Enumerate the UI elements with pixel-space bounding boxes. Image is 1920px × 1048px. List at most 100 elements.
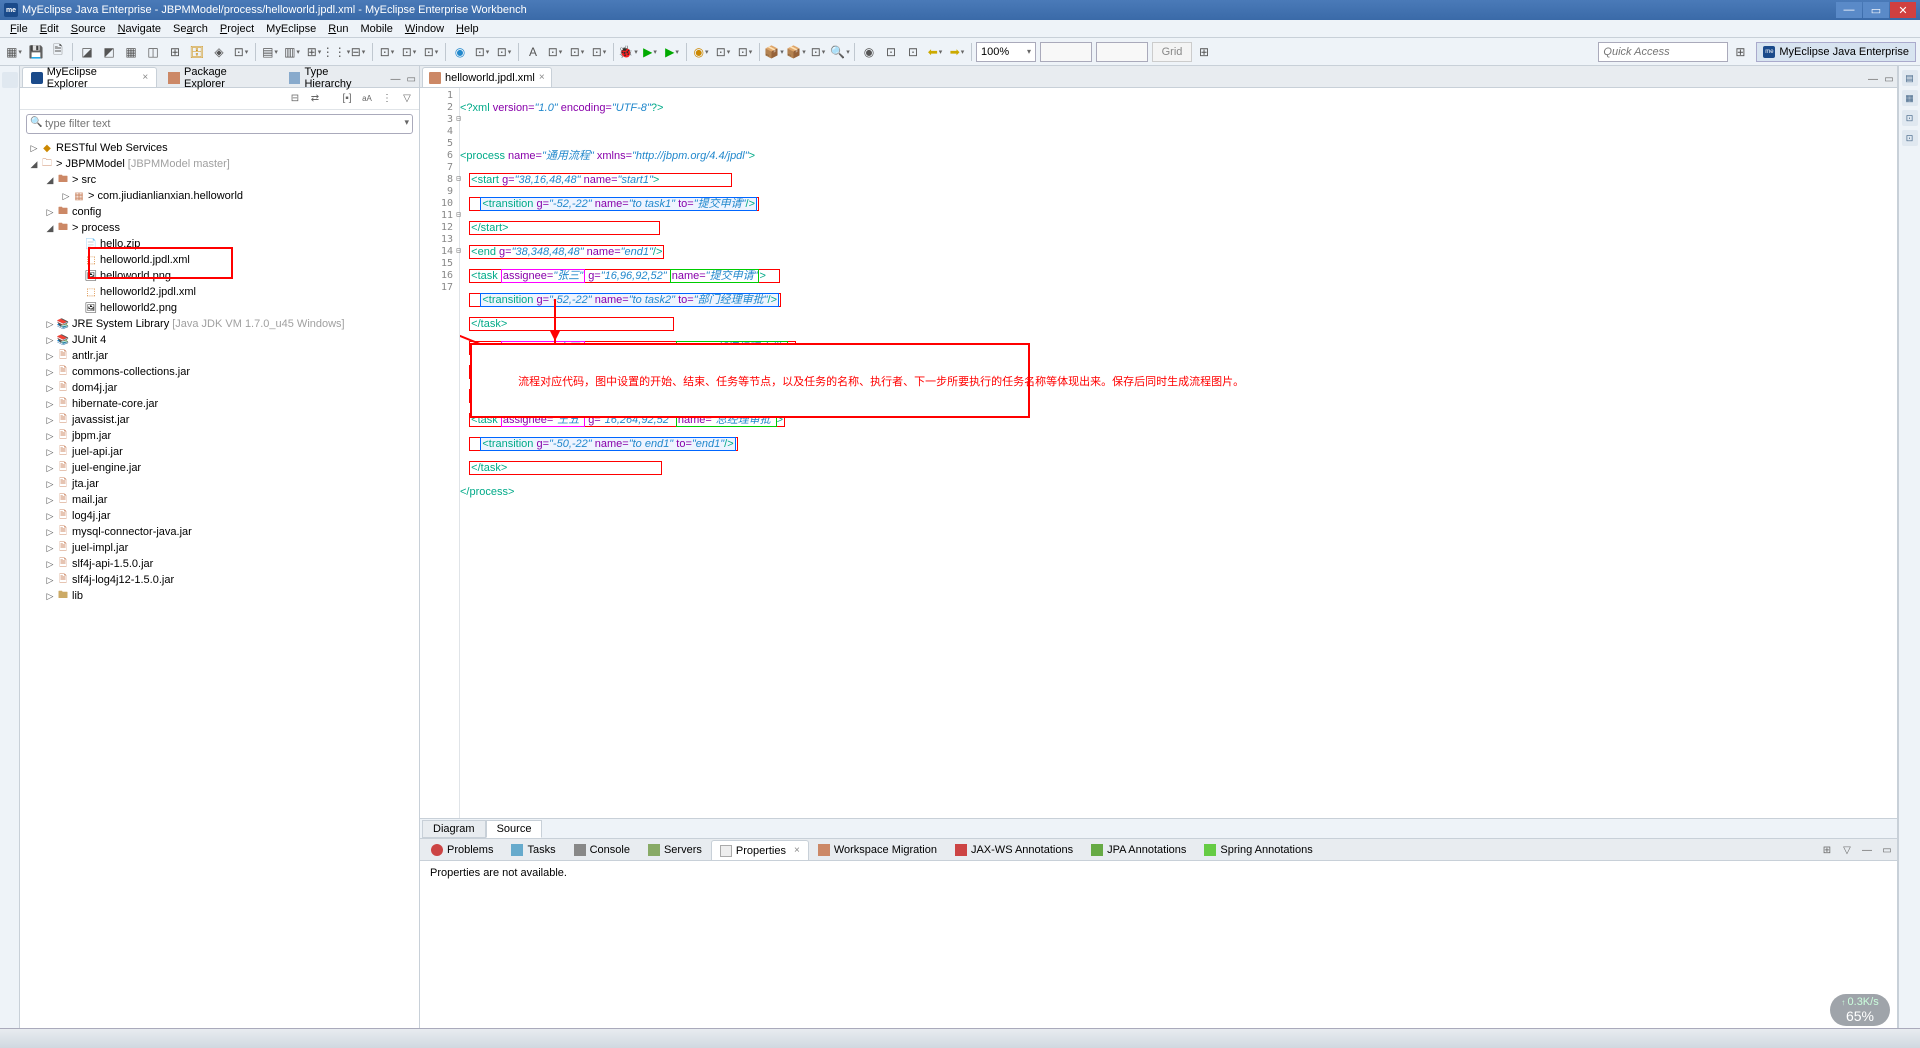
tab-workspace-migration[interactable]: Workspace Migration	[809, 840, 946, 860]
collapse-icon[interactable]: ⊟	[287, 91, 303, 107]
tree-jar[interactable]: ▷🗎juel-impl.jar	[20, 540, 419, 556]
tb-grid2[interactable]: ⊞	[1194, 42, 1214, 62]
perspective-button[interactable]: me MyEclipse Java Enterprise	[1756, 42, 1916, 62]
menu-search[interactable]: Search	[167, 21, 214, 37]
persp-open[interactable]: ⊞	[1730, 42, 1750, 62]
close-icon[interactable]: ×	[794, 845, 800, 856]
tb-10[interactable]: ▥	[282, 42, 302, 62]
tb-9[interactable]: ▤	[260, 42, 280, 62]
close-button[interactable]: ✕	[1890, 2, 1916, 18]
pos-x[interactable]	[1040, 42, 1092, 62]
tb-1[interactable]: ◪	[77, 42, 97, 62]
focus-icon[interactable]: [▪]	[339, 91, 355, 107]
tb-34[interactable]: ⊡	[881, 42, 901, 62]
debug-button[interactable]: 🐞	[618, 42, 638, 62]
tb-4[interactable]: ◫	[143, 42, 163, 62]
menu-run[interactable]: Run	[322, 21, 354, 37]
menu-source[interactable]: Source	[65, 21, 112, 37]
menu-icon[interactable]: ▽	[399, 91, 415, 107]
menu-myeclipse[interactable]: MyEclipse	[260, 21, 322, 37]
tab-jaxws[interactable]: JAX-WS Annotations	[946, 840, 1082, 860]
tab-problems[interactable]: Problems	[422, 840, 502, 860]
tb-7[interactable]: ◈	[209, 42, 229, 62]
menu-help[interactable]: Help	[450, 21, 485, 37]
prop-btn1[interactable]: ⊞	[1819, 842, 1835, 858]
menu-edit[interactable]: Edit	[34, 21, 65, 37]
az-icon[interactable]: aA	[359, 91, 375, 107]
back-button[interactable]: ⬅	[925, 42, 945, 62]
tree-jar[interactable]: ▷🗎dom4j.jar	[20, 380, 419, 396]
project-tree[interactable]: ▷◆RESTful Web Services ◢🗀> JBPMModel[JBP…	[20, 138, 419, 1028]
menu-project[interactable]: Project	[214, 21, 260, 37]
tab-servers[interactable]: Servers	[639, 840, 711, 860]
tb-16[interactable]: ⊡	[421, 42, 441, 62]
filter-icon[interactable]: ⋮	[379, 91, 395, 107]
tab-myeclipse-explorer[interactable]: MyEclipse Explorer ×	[22, 67, 157, 87]
tb-17[interactable]: ◉	[450, 42, 470, 62]
tb-19[interactable]: ⊡	[494, 42, 514, 62]
tab-type-hierarchy[interactable]: Type Hierarchy	[280, 67, 386, 87]
minimize-view-icon[interactable]: —	[388, 71, 404, 87]
tb-26[interactable]: ◉	[691, 42, 711, 62]
pos-y[interactable]	[1096, 42, 1148, 62]
quick-access[interactable]	[1598, 42, 1728, 62]
tab-jpa[interactable]: JPA Annotations	[1082, 840, 1195, 860]
trim-4[interactable]: ⊡	[1902, 130, 1918, 146]
minimize-editor-icon[interactable]: —	[1865, 71, 1881, 87]
tb-15[interactable]: ⊡	[399, 42, 419, 62]
tab-console[interactable]: Console	[565, 840, 639, 860]
tb-33[interactable]: ◉	[859, 42, 879, 62]
tb-22[interactable]: ⊡	[567, 42, 587, 62]
tb-21[interactable]: ⊡	[545, 42, 565, 62]
tb-18[interactable]: ⊡	[472, 42, 492, 62]
editor-body[interactable]: 1234567891011121314151617 <?xml version=…	[420, 88, 1897, 818]
tb-31[interactable]: ⊡	[808, 42, 828, 62]
filter-input[interactable]	[26, 114, 413, 134]
link-icon[interactable]: ⇄	[307, 91, 323, 107]
menu-mobile[interactable]: Mobile	[354, 21, 398, 37]
tb-20[interactable]: A	[523, 42, 543, 62]
minimize-button[interactable]: —	[1836, 2, 1862, 18]
forward-button[interactable]: ➡	[947, 42, 967, 62]
tab-tasks[interactable]: Tasks	[502, 840, 564, 860]
tb-23[interactable]: ⊡	[589, 42, 609, 62]
tb-2[interactable]: ◩	[99, 42, 119, 62]
tb-12[interactable]: ⋮⋮	[326, 42, 346, 62]
maximize-button[interactable]: ▭	[1863, 2, 1889, 18]
minimize-view-icon[interactable]: —	[1859, 842, 1875, 858]
tree-jar[interactable]: ▷🗎mail.jar	[20, 492, 419, 508]
tree-jar[interactable]: ▷🗎javassist.jar	[20, 412, 419, 428]
close-icon[interactable]: ×	[539, 72, 545, 83]
tb-27[interactable]: ⊡	[713, 42, 733, 62]
close-icon[interactable]: ×	[142, 72, 148, 83]
tb-8[interactable]: ⊡	[231, 42, 251, 62]
trim-btn[interactable]	[2, 72, 18, 88]
tree-jar[interactable]: ▷🗎log4j.jar	[20, 508, 419, 524]
tree-jar[interactable]: ▷🗎jbpm.jar	[20, 428, 419, 444]
os-taskbar[interactable]	[0, 1028, 1920, 1048]
tb-3[interactable]: ▦	[121, 42, 141, 62]
tb-29[interactable]: 📦	[764, 42, 784, 62]
tab-properties[interactable]: Properties×	[711, 840, 809, 860]
run-button[interactable]: ▶	[640, 42, 660, 62]
tree-jar[interactable]: ▷🗎jta.jar	[20, 476, 419, 492]
tree-jar[interactable]: ▷🗎slf4j-api-1.5.0.jar	[20, 556, 419, 572]
tb-30[interactable]: 📦	[786, 42, 806, 62]
editor-tab[interactable]: helloworld.jpdl.xml ×	[422, 67, 552, 87]
prop-btn2[interactable]: ▽	[1839, 842, 1855, 858]
tb-35[interactable]: ⊡	[903, 42, 923, 62]
minimap-icon[interactable]: ▦	[1902, 90, 1918, 106]
tree-jar[interactable]: ▷🗎hibernate-core.jar	[20, 396, 419, 412]
runext-button[interactable]: ▶	[662, 42, 682, 62]
tb-5[interactable]: ⊞	[165, 42, 185, 62]
outline-icon[interactable]: ▤	[1902, 70, 1918, 86]
maximize-editor-icon[interactable]: ▭	[1881, 71, 1897, 87]
new-button[interactable]: ▦	[4, 42, 24, 62]
tree-jar[interactable]: ▷🗎juel-engine.jar	[20, 460, 419, 476]
trim-3[interactable]: ⊡	[1902, 110, 1918, 126]
menu-navigate[interactable]: Navigate	[112, 21, 167, 37]
tab-diagram[interactable]: Diagram	[422, 820, 486, 838]
tb-32[interactable]: 🔍	[830, 42, 850, 62]
tb-28[interactable]: ⊡	[735, 42, 755, 62]
menu-window[interactable]: Window	[399, 21, 450, 37]
